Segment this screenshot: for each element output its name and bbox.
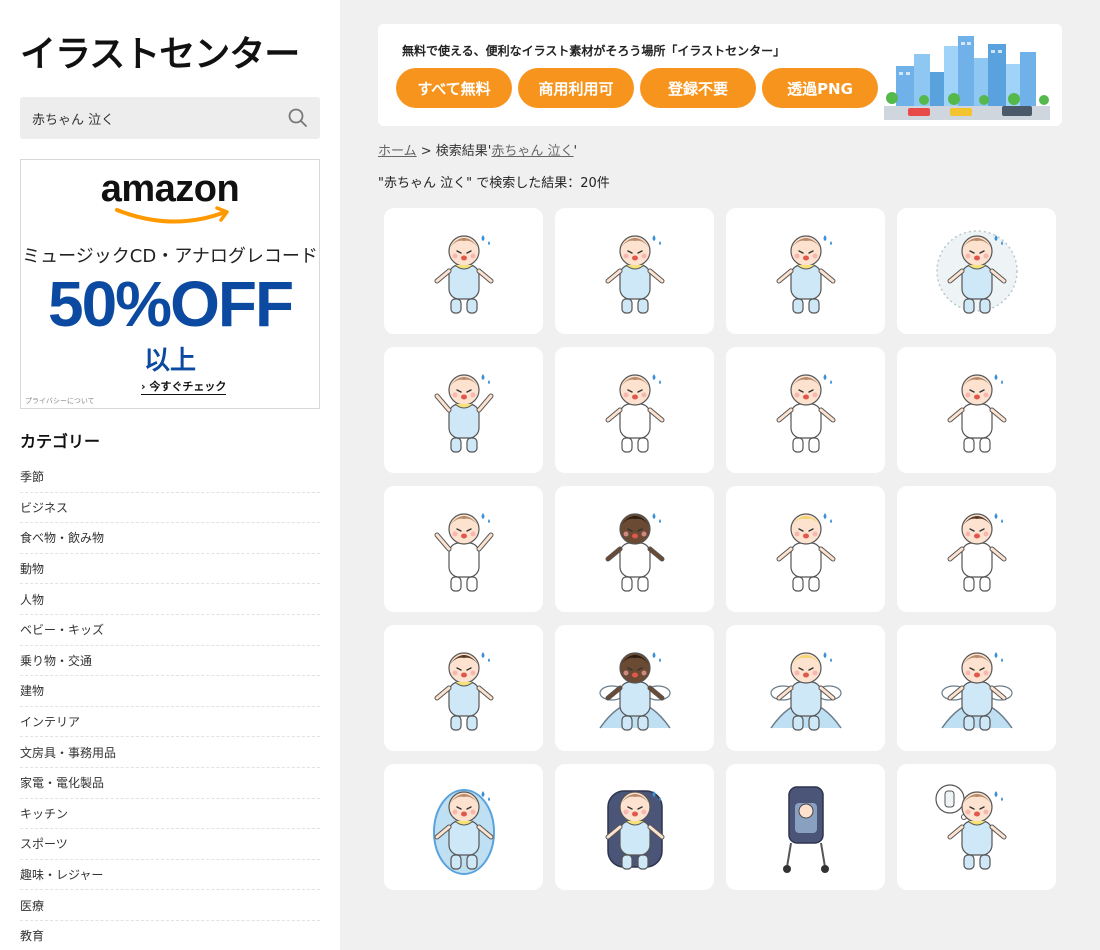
category-item[interactable]: 教育 — [20, 921, 320, 950]
category-item[interactable]: 文房具・事務用品 — [20, 737, 320, 768]
feature-tags: すべて無料 商用利用可 登録不要 透過PNG — [396, 68, 878, 108]
illustration-card[interactable] — [384, 347, 543, 473]
ad-cta-link[interactable]: › 今すぐチェック — [141, 378, 227, 395]
category-item[interactable]: 乗り物・交通 — [20, 646, 320, 677]
breadcrumb-home-link[interactable]: ホーム — [378, 144, 417, 159]
illustration-card[interactable] — [384, 208, 543, 334]
illustration-card[interactable] — [726, 347, 885, 473]
search-box — [20, 97, 320, 139]
info-banner: 無料で使える、便利なイラスト素材がそろう場所「イラストセンター」 すべて無料 商… — [378, 24, 1062, 126]
illustration-card[interactable] — [726, 764, 885, 890]
category-item[interactable]: 家電・電化製品 — [20, 768, 320, 799]
breadcrumb-separator: > — [416, 144, 436, 159]
category-item[interactable]: キッチン — [20, 799, 320, 830]
illustration-card[interactable] — [726, 486, 885, 612]
ad-headline: 50%OFF — [47, 268, 294, 340]
illustration-card[interactable] — [897, 208, 1056, 334]
crying-baby-illustration — [947, 513, 1006, 592]
crying-baby-illustration — [940, 652, 1013, 731]
breadcrumb-query-link[interactable]: 赤ちゃん 泣く — [491, 144, 573, 159]
crying-baby-illustration — [782, 786, 829, 873]
crying-baby-illustration — [605, 374, 664, 453]
category-item[interactable]: 動物 — [20, 554, 320, 585]
crying-baby-illustration — [947, 374, 1006, 453]
illustration-card[interactable] — [555, 347, 714, 473]
sidebar: イラストセンター amazon ミュージックCD・アナログレコード 50%OFF… — [0, 0, 340, 950]
crying-baby-illustration — [935, 230, 1018, 314]
amazon-ad-banner[interactable]: amazon ミュージックCD・アナログレコード 50%OFF 以上 › 今すぐ… — [20, 159, 320, 409]
tag-free: すべて無料 — [396, 68, 512, 108]
ad-cta-label: 今すぐチェック — [149, 380, 227, 393]
tag-commercial: 商用利用可 — [518, 68, 634, 108]
illustration-card[interactable] — [555, 486, 714, 612]
crying-baby-illustration — [434, 513, 493, 592]
tag-transparent-png: 透過PNG — [762, 68, 878, 108]
illustration-card[interactable] — [897, 625, 1056, 751]
city-illustration — [884, 36, 1050, 120]
crying-baby-illustration — [605, 790, 664, 870]
category-item[interactable]: 建物 — [20, 676, 320, 707]
ad-privacy-link[interactable]: プライバシーについて — [25, 396, 95, 406]
category-item[interactable]: 医療 — [20, 890, 320, 921]
crying-baby-illustration — [605, 513, 664, 592]
illustration-card[interactable] — [384, 486, 543, 612]
crying-baby-illustration — [605, 235, 664, 314]
crying-baby-illustration — [434, 374, 493, 453]
crying-baby-illustration — [934, 784, 1006, 870]
category-item[interactable]: 季節 — [20, 462, 320, 493]
illustration-card[interactable] — [384, 764, 543, 890]
illustration-card[interactable] — [726, 208, 885, 334]
tag-no-registration: 登録不要 — [640, 68, 756, 108]
illustration-card[interactable] — [384, 625, 543, 751]
crying-baby-illustration — [769, 652, 842, 731]
crying-baby-illustration — [434, 235, 493, 314]
category-title: カテゴリー — [20, 432, 101, 451]
crying-baby-illustration — [432, 789, 495, 875]
ad-headline-suffix: 以上 — [143, 346, 196, 376]
crying-baby-illustration — [776, 513, 835, 592]
crying-baby-illustration — [598, 652, 671, 731]
result-summary: "赤ちゃん 泣く" で検索した結果：20件 — [378, 176, 610, 191]
site-logo[interactable]: イラストセンター — [20, 34, 300, 76]
banner-text: 無料で使える、便利なイラスト素材がそろう場所「イラストセンター」 — [402, 44, 786, 58]
search-icon[interactable] — [284, 104, 312, 132]
category-item[interactable]: ビジネス — [20, 493, 320, 524]
illustration-card[interactable] — [897, 486, 1056, 612]
category-item[interactable]: 趣味・レジャー — [20, 860, 320, 891]
search-input[interactable] — [20, 97, 280, 139]
category-item[interactable]: スポーツ — [20, 829, 320, 860]
category-item[interactable]: 人物 — [20, 584, 320, 615]
breadcrumb-prefix: 検索結果' — [435, 144, 492, 159]
amazon-logo: amazon — [100, 168, 240, 210]
crying-baby-illustration — [776, 374, 835, 453]
illustration-card[interactable] — [555, 208, 714, 334]
breadcrumb-suffix: ' — [573, 144, 578, 159]
category-item[interactable]: 食べ物・飲み物 — [20, 523, 320, 554]
amazon-smile-icon — [115, 206, 229, 224]
category-list: 季節 ビジネス 食べ物・飲み物 動物 人物 ベビー・キッズ 乗り物・交通 建物 インテリア 文房具… — [20, 462, 320, 950]
results-grid — [384, 208, 1056, 890]
illustration-card[interactable] — [555, 764, 714, 890]
category-item[interactable]: インテリア — [20, 707, 320, 738]
illustration-card[interactable] — [726, 625, 885, 751]
crying-baby-illustration — [434, 652, 493, 731]
illustration-card[interactable] — [897, 764, 1056, 890]
breadcrumb: ホーム > 検索結果'赤ちゃん 泣く' — [378, 140, 577, 159]
illustration-card[interactable] — [897, 347, 1056, 473]
ad-subtitle: ミュージックCD・アナログレコード — [22, 246, 318, 267]
category-item[interactable]: ベビー・キッズ — [20, 615, 320, 646]
illustration-card[interactable] — [555, 625, 714, 751]
crying-baby-illustration — [776, 235, 835, 314]
